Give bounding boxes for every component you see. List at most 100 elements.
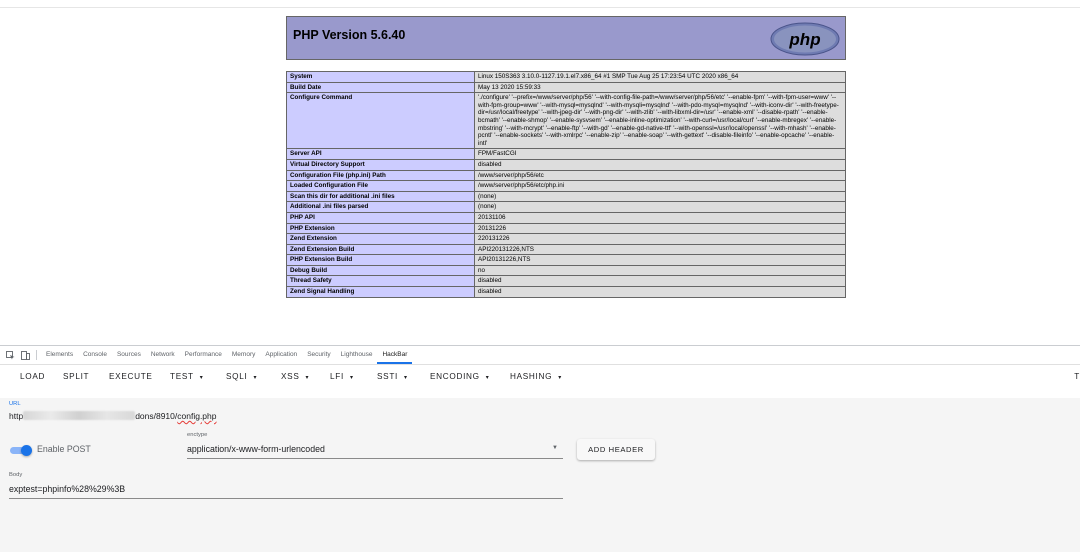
row-value: Linux 150S363 3.10.0-1127.19.1.el7.x86_6…: [474, 71, 846, 83]
lfi-button[interactable]: LFI ▾: [330, 372, 354, 381]
row-key: Thread Safety: [286, 275, 475, 288]
devtools-tabbar: Elements Console Sources Network Performance…: [0, 346, 1080, 365]
table-row: Zend Signal Handling disabled: [286, 286, 846, 298]
tab-memory[interactable]: Memory: [227, 346, 260, 364]
hackbar-toolbar: LOAD SPLIT EXECUTE TEST ▾ SQLI ▾ XSS ▾ LFI ▾ SSTI ▾ E…: [0, 365, 1080, 389]
sqli-button[interactable]: SQLI ▾: [226, 372, 257, 381]
split-button[interactable]: SPLIT: [63, 372, 89, 381]
table-row: Loaded Configuration File/www/server/php…: [286, 180, 846, 192]
chevron-down-icon[interactable]: ▼: [552, 445, 558, 451]
table-row: Configure Command './configure' '--prefix…: [286, 92, 846, 150]
row-value: /www/server/php/56/etc/php.ini: [474, 180, 846, 192]
table-row: Zend Extension Build API220131226,NTS: [286, 243, 846, 256]
row-value: './configure' '--prefix=/www/server/php/…: [474, 92, 846, 150]
table-row: Virtual Directory Support disabled: [286, 158, 846, 171]
enctype-label: enctype: [187, 432, 208, 438]
caret-down-icon: ▾: [253, 375, 258, 381]
row-value: (none): [474, 190, 846, 203]
hackbar-options: Enable POST enctype application/x-www-fo…: [0, 428, 1080, 552]
enctype-select[interactable]: application/x-www-form-urlencoded: [187, 444, 325, 454]
row-key: Build Date: [286, 81, 475, 94]
tab-hackbar[interactable]: HackBar: [377, 346, 413, 364]
enctype-underline: [187, 458, 563, 459]
row-value: API20131226,NTS: [474, 254, 846, 266]
url-field[interactable]: URL http dons/8910/config.php: [0, 398, 1080, 429]
row-value: 220131226: [474, 233, 846, 245]
phpinfo-header: PHP Version 5.6.40 php: [286, 16, 846, 60]
row-key: Loaded Configuration File: [286, 180, 475, 192]
tab-lighthouse[interactable]: Lighthouse: [336, 346, 378, 364]
row-key: Server API: [286, 148, 475, 160]
row-key: Debug Build: [286, 264, 475, 277]
row-value: (none): [474, 201, 846, 213]
row-key: System: [286, 71, 475, 83]
table-row: Zend Extension 220131226: [286, 233, 846, 245]
page-top-divider: [0, 7, 1080, 8]
row-value: FPM/FastCGI: [474, 148, 846, 160]
tab-elements[interactable]: Elements: [41, 346, 78, 364]
php-logo-icon: php: [770, 22, 840, 56]
table-row: Thread Safety disabled: [286, 275, 846, 288]
row-key: Configure Command: [286, 92, 475, 150]
table-row: Scan this dir for additional .ini files(…: [286, 190, 846, 203]
table-row: PHP Extension 20131226: [286, 222, 846, 235]
row-value: disabled: [474, 286, 846, 298]
body-input[interactable]: exptest=phpinfo%28%29%3B: [9, 484, 125, 494]
caret-down-icon: ▾: [305, 375, 310, 381]
body-label: Body: [9, 472, 23, 478]
encoding-button[interactable]: ENCODING ▾: [430, 372, 489, 381]
tab-sources[interactable]: Sources: [112, 346, 146, 364]
phpinfo-table: System Linux 150S363 3.10.0-1127.19.1.el7…: [286, 71, 846, 298]
inspect-element-icon[interactable]: [6, 350, 15, 360]
table-row: Additional .ini files parsed (none): [286, 201, 846, 213]
caret-down-icon: ▾: [349, 375, 354, 381]
enable-post-label: Enable POST: [37, 444, 91, 454]
tab-application[interactable]: Application: [260, 346, 302, 364]
svg-text:php: php: [788, 30, 820, 49]
row-value: disabled: [474, 158, 846, 171]
row-value: /www/server/php/56/etc: [474, 169, 846, 182]
row-key: PHP API: [286, 211, 475, 224]
add-header-button[interactable]: ADD HEADER: [577, 439, 655, 460]
caret-down-icon: ▾: [558, 375, 562, 381]
url-input[interactable]: http dons/8910/config.php: [9, 411, 217, 421]
device-toolbar-icon[interactable]: [21, 350, 30, 360]
row-value: API220131226,NTS: [474, 243, 846, 256]
row-value: no: [474, 264, 846, 277]
row-value: 20131106: [474, 211, 846, 224]
table-row: Configuration File (php.ini) Path/www/se…: [286, 169, 846, 182]
row-key: Zend Extension: [286, 233, 475, 245]
tab-security[interactable]: Security: [302, 346, 335, 364]
ssti-button[interactable]: SSTI ▾: [377, 372, 408, 381]
xss-button[interactable]: XSS ▾: [281, 372, 309, 381]
table-row: PHP Extension Build API20131226,NTS: [286, 254, 846, 266]
load-button[interactable]: LOAD: [20, 372, 45, 381]
row-key: Virtual Directory Support: [286, 158, 475, 171]
url-label: URL: [9, 401, 21, 407]
row-key: Configuration File (php.ini) Path: [286, 169, 475, 182]
row-key: Scan this dir for additional .ini files: [286, 190, 475, 203]
row-value: disabled: [474, 275, 846, 288]
body-underline: [9, 498, 563, 499]
hashing-button[interactable]: HASHING ▾: [510, 372, 562, 381]
redacted-host: [23, 411, 136, 420]
phpinfo-header-wrap: PHP Version 5.6.40 php: [286, 16, 846, 60]
tab-performance[interactable]: Performance: [180, 346, 227, 364]
hackbar-overflow-button[interactable]: T: [1074, 372, 1080, 381]
table-row: Build Date May 13 2020 15:59:33: [286, 81, 846, 94]
php-version-title: PHP Version 5.6.40: [293, 28, 406, 42]
toolbar-divider: [36, 350, 37, 360]
row-key: PHP Extension Build: [286, 254, 475, 266]
row-value: May 13 2020 15:59:33: [474, 81, 846, 94]
tab-network[interactable]: Network: [146, 346, 180, 364]
caret-down-icon: ▾: [199, 375, 204, 381]
row-key: Zend Signal Handling: [286, 286, 475, 298]
devtools-panel: Elements Console Sources Network Performance…: [0, 345, 1080, 552]
webpage-viewport: PHP Version 5.6.40 php System Linux 150S3…: [0, 0, 1080, 345]
table-row: Debug Build no: [286, 264, 846, 277]
tab-console[interactable]: Console: [78, 346, 112, 364]
caret-down-icon: ▾: [485, 375, 490, 381]
enable-post-toggle[interactable]: [10, 445, 32, 456]
execute-button[interactable]: EXECUTE: [109, 372, 153, 381]
test-button[interactable]: TEST ▾: [170, 372, 203, 381]
